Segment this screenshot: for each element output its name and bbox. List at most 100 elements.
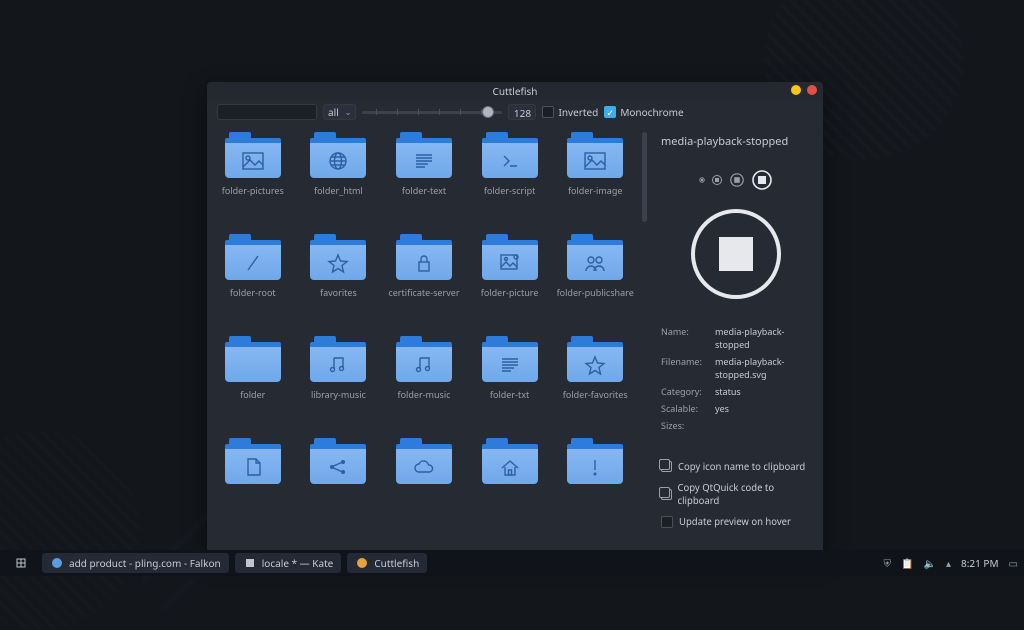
size-32-button[interactable] <box>751 169 773 191</box>
icon-label: favorites <box>320 286 357 299</box>
folder-icon <box>567 438 623 484</box>
folder-icon <box>396 132 452 178</box>
icon-cell[interactable] <box>382 438 466 528</box>
preview-icon <box>691 209 781 299</box>
inverted-label: Inverted <box>558 105 598 119</box>
inverted-checkbox[interactable] <box>542 106 554 118</box>
icon-cell[interactable]: folder-script <box>468 132 552 222</box>
icon-cell[interactable]: folder_html <box>297 132 381 222</box>
icon-cell[interactable]: certificate-server <box>382 234 466 324</box>
icon-cell[interactable]: folder-root <box>211 234 295 324</box>
wallpaper-circle-2 <box>0 430 140 630</box>
icon-cell[interactable]: folder <box>211 336 295 426</box>
tray-expand-icon[interactable]: ▴ <box>946 556 951 570</box>
folder-icon <box>396 336 452 382</box>
icon-cell[interactable] <box>553 438 637 528</box>
icon-label: folder-text <box>402 184 446 197</box>
window-controls <box>791 85 817 95</box>
size-16-button[interactable] <box>711 174 723 186</box>
icon-cell[interactable]: favorites <box>297 234 381 324</box>
copy-icon <box>661 461 672 472</box>
monochrome-label: Monochrome <box>620 105 683 119</box>
detail-panel: media-playback-stopped Name: media-playb… <box>649 124 823 554</box>
hover-preview-toggle[interactable]: Update preview on hover <box>661 515 811 528</box>
search-input[interactable] <box>217 104 317 120</box>
folder-icon <box>482 132 538 178</box>
size-8-button[interactable] <box>699 177 705 183</box>
copy-icon <box>661 489 672 500</box>
slider-handle[interactable] <box>482 106 494 118</box>
folder-icon <box>567 132 623 178</box>
detail-meta: Name: media-playback-stopped Filename: m… <box>661 325 811 432</box>
system-tray: ⛨ 📋 🔈 ▴ 8:21 PM ▭ <box>884 556 1018 570</box>
meta-name-key: Name: <box>661 325 715 351</box>
icon-label: folder-script <box>484 184 536 197</box>
start-icon <box>14 556 28 570</box>
scrollbar-vertical[interactable] <box>642 132 647 222</box>
task-item-falkon[interactable]: add product - pling.com - Falkon <box>42 553 229 573</box>
icon-cell[interactable]: folder-pictures <box>211 132 295 222</box>
icon-label: folder <box>240 388 265 401</box>
meta-category-key: Category: <box>661 385 715 398</box>
folder-icon <box>396 438 452 484</box>
folder-icon <box>567 336 623 382</box>
monochrome-toggle[interactable]: Monochrome <box>604 105 683 119</box>
icon-cell[interactable]: folder-txt <box>468 336 552 426</box>
icon-label: folder-picture <box>481 286 539 299</box>
meta-name-val: media-playback-stopped <box>715 325 811 351</box>
taskbar[interactable]: add product - pling.com - Falkon locale … <box>0 550 1024 576</box>
icon-label: library-music <box>311 388 366 401</box>
size-slider[interactable] <box>362 105 502 119</box>
detail-title: media-playback-stopped <box>661 134 811 149</box>
folder-icon <box>310 336 366 382</box>
task-item-cuttlefish[interactable]: Cuttlefish <box>347 553 427 573</box>
meta-scalable-val: yes <box>715 402 811 415</box>
meta-sizes-key: Sizes: <box>661 419 715 432</box>
inverted-toggle[interactable]: Inverted <box>542 105 598 119</box>
tray-volume-icon[interactable]: 🔈 <box>924 556 936 570</box>
icon-cell[interactable]: library-music <box>297 336 381 426</box>
icon-cell[interactable] <box>468 438 552 528</box>
detail-actions: Copy icon name to clipboard Copy QtQuick… <box>661 460 811 528</box>
copy-qml-button[interactable]: Copy QtQuick code to clipboard <box>661 481 811 507</box>
folder-icon <box>225 438 281 484</box>
icon-cell[interactable]: folder-text <box>382 132 466 222</box>
icon-label: folder_html <box>314 184 363 197</box>
icon-label: folder-txt <box>490 388 529 401</box>
titlebar[interactable]: Cuttlefish <box>207 82 823 100</box>
clock[interactable]: 8:21 PM <box>961 556 999 570</box>
icon-cell[interactable]: folder-picture <box>468 234 552 324</box>
icon-cell[interactable]: folder-favorites <box>553 336 637 426</box>
meta-scalable-key: Scalable: <box>661 402 715 415</box>
close-button[interactable] <box>807 85 817 95</box>
icon-label: folder-favorites <box>563 388 628 401</box>
tray-clipboard-icon[interactable]: 📋 <box>901 556 913 570</box>
start-button[interactable] <box>6 553 36 573</box>
copy-name-button[interactable]: Copy icon name to clipboard <box>661 460 811 473</box>
folder-icon <box>482 438 538 484</box>
icon-cell[interactable] <box>211 438 295 528</box>
folder-icon <box>310 132 366 178</box>
icon-cell[interactable]: folder-music <box>382 336 466 426</box>
icon-grid[interactable]: folder-pictures folder_html folder-text fol… <box>207 124 641 554</box>
folder-icon <box>225 132 281 178</box>
show-desktop-icon[interactable]: ▭ <box>1009 556 1018 570</box>
folder-icon <box>396 234 452 280</box>
monochrome-checkbox[interactable] <box>604 106 616 118</box>
icon-grid-wrap: folder-pictures folder_html folder-text fol… <box>207 124 649 554</box>
filter-dropdown[interactable]: all ⌄ <box>323 104 356 120</box>
task-item-kate[interactable]: locale * — Kate <box>235 553 342 573</box>
window-body: folder-pictures folder_html folder-text fol… <box>207 124 823 554</box>
cuttlefish-icon <box>355 556 369 570</box>
size-22-button[interactable] <box>729 172 745 188</box>
icon-label: folder-image <box>568 184 623 197</box>
chevron-down-icon: ⌄ <box>345 107 352 118</box>
icon-cell[interactable]: folder-publicshare <box>553 234 637 324</box>
tray-shield-icon[interactable]: ⛨ <box>884 556 892 570</box>
folder-icon <box>225 336 281 382</box>
hover-checkbox[interactable] <box>661 516 673 528</box>
icon-cell[interactable] <box>297 438 381 528</box>
icon-cell[interactable]: folder-image <box>553 132 637 222</box>
falkon-icon <box>50 556 64 570</box>
minimize-button[interactable] <box>791 85 801 95</box>
